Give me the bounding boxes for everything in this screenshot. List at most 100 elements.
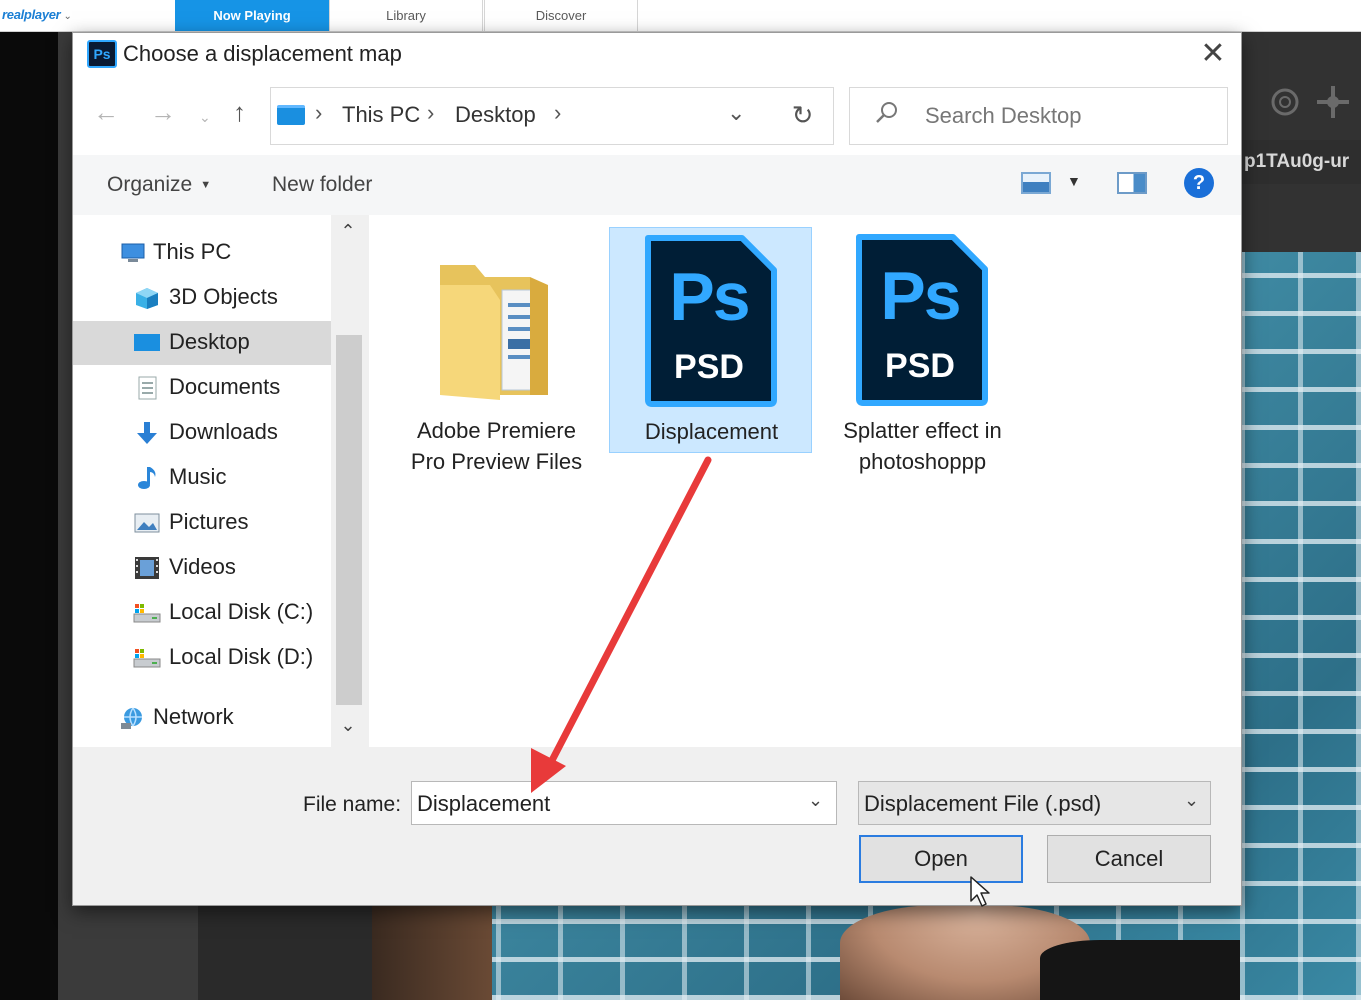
organize-button[interactable]: Organize ▼: [107, 173, 211, 197]
photo-hair: [372, 905, 492, 1000]
realplayer-logo[interactable]: realplayer ⌄: [2, 7, 72, 22]
file-type-value: Displacement File (.psd): [864, 791, 1102, 816]
sidebar-item-label: Music: [169, 464, 227, 489]
file-label-line-1: Splatter effect in: [843, 418, 1002, 443]
chevron-down-icon[interactable]: ⌄: [1184, 790, 1199, 811]
navigation-row: ← → ⌄ ↑ › This PC › Desktop › ⌄ ↻ Search…: [73, 79, 1241, 155]
file-item-displacement[interactable]: Ps PSD Displacement: [609, 227, 812, 453]
ps-logo-text: Ps: [669, 259, 750, 335]
open-button[interactable]: Open: [859, 835, 1023, 883]
chevron-right-icon[interactable]: ›: [554, 100, 561, 126]
psd-label-text: PSD: [885, 347, 955, 385]
sidebar-item-label: Network: [153, 704, 234, 729]
documents-icon: [133, 376, 159, 400]
chevron-down-icon: ⌄: [63, 11, 72, 22]
sidebar-item-documents[interactable]: Documents: [73, 366, 331, 410]
scroll-down-icon[interactable]: ⌄: [333, 715, 363, 736]
tab-now-playing[interactable]: Now Playing: [175, 0, 329, 31]
sidebar-item-label: Desktop: [169, 329, 250, 354]
chevron-right-icon[interactable]: ›: [315, 100, 322, 126]
file-name-field[interactable]: Displacement ⌄: [411, 781, 837, 825]
disk-icon: [133, 646, 161, 670]
sidebar-item-pictures[interactable]: Pictures: [73, 501, 331, 545]
breadcrumb-desktop[interactable]: Desktop: [455, 102, 536, 128]
new-folder-button[interactable]: New folder: [272, 173, 372, 197]
dialog-title-bar: Ps Choose a displacement map ✕: [73, 33, 1241, 79]
sidebar-item-label: This PC: [153, 239, 232, 264]
back-arrow-icon[interactable]: ←: [93, 97, 119, 128]
preview-pane-icon[interactable]: [1117, 172, 1147, 194]
folder-icon: [440, 265, 548, 400]
file-label-line-2: Pro Preview Files: [410, 449, 583, 474]
file-open-dialog: Ps Choose a displacement map ✕ ← → ⌄ ↑ ›…: [72, 32, 1242, 907]
pictures-icon: [133, 511, 160, 535]
close-button[interactable]: ✕: [1195, 37, 1231, 73]
forward-arrow-icon[interactable]: →: [150, 97, 176, 128]
file-label: Displacement: [644, 419, 779, 444]
sidebar-item-label: Documents: [169, 374, 281, 399]
scroll-up-icon[interactable]: ⌃: [333, 221, 363, 242]
photoshop-app-icon: Ps: [87, 40, 117, 68]
cube-icon: [133, 286, 159, 310]
dialog-footer: File name: Displacement ⌄ Displacement F…: [73, 747, 1241, 907]
chevron-down-icon[interactable]: ⌄: [727, 100, 745, 126]
sidebar-item-3d-objects[interactable]: 3D Objects: [73, 276, 331, 320]
sidebar-item-desktop[interactable]: Desktop: [73, 321, 331, 365]
view-dropdown-icon[interactable]: ▼: [1067, 173, 1081, 189]
file-name-value: Displacement: [417, 791, 551, 816]
photoshop-left-edge: [0, 32, 58, 1000]
disk-icon: [133, 601, 161, 625]
desktop-icon: [133, 331, 160, 355]
sidebar-item-label: Local Disk (D:): [169, 644, 314, 669]
chevron-right-icon[interactable]: ›: [427, 100, 434, 126]
file-item-folder[interactable]: Adobe Premiere Pro Preview Files: [395, 227, 598, 474]
file-item-splatter[interactable]: Ps PSD Splatter effect in photoshoppp: [821, 227, 1024, 474]
download-arrow-icon: [133, 421, 159, 445]
recent-locations-chevron-icon[interactable]: ⌄: [199, 109, 211, 126]
sidebar-item-label: Pictures: [169, 509, 249, 534]
sidebar-item-this-pc[interactable]: This PC: [73, 231, 331, 275]
address-bar[interactable]: › This PC › Desktop › ⌄: [270, 87, 832, 145]
photo-shirt: [1040, 940, 1240, 1000]
sidebar-item-label: Downloads: [169, 419, 278, 444]
scroll-thumb[interactable]: [336, 335, 362, 705]
sidebar-item-videos[interactable]: Videos: [73, 546, 331, 590]
ps-logo-text: Ps: [880, 258, 961, 334]
psd-label-text: PSD: [674, 348, 744, 386]
sidebar-item-downloads[interactable]: Downloads: [73, 411, 331, 455]
mouse-cursor-icon: [970, 876, 990, 907]
file-label-line-2: photoshoppp: [858, 449, 987, 474]
tab-library[interactable]: Library: [329, 0, 483, 31]
refresh-button[interactable]: ↻: [772, 87, 834, 145]
navigation-scrollbar[interactable]: ⌃ ⌄: [333, 215, 363, 747]
dialog-title: Choose a displacement map: [123, 41, 402, 66]
up-arrow-icon[interactable]: ↑: [233, 97, 246, 128]
file-name-label: File name:: [303, 793, 402, 816]
file-type-select[interactable]: Displacement File (.psd) ⌄: [858, 781, 1211, 825]
sidebar-item-music[interactable]: Music: [73, 456, 331, 500]
help-icon[interactable]: ?: [1184, 168, 1214, 198]
network-icon: [119, 706, 145, 730]
search-icon: [874, 100, 900, 133]
sidebar-item-label: 3D Objects: [169, 284, 278, 309]
organize-label: Organize: [107, 173, 193, 196]
breadcrumb-this-pc[interactable]: This PC: [342, 102, 420, 128]
brick-wall-image: [1240, 252, 1361, 1000]
sidebar-item-label: Videos: [169, 554, 236, 579]
sidebar-item-local-disk-c[interactable]: Local Disk (C:): [73, 591, 331, 635]
search-input[interactable]: Search Desktop: [849, 87, 1228, 145]
change-view-icon[interactable]: [1021, 172, 1051, 194]
sidebar-item-network[interactable]: Network: [73, 696, 331, 740]
files-pane: Adobe Premiere Pro Preview Files Ps PSD D…: [369, 215, 1241, 747]
dropdown-triangle-icon: ▼: [200, 179, 212, 191]
sidebar-item-local-disk-d[interactable]: Local Disk (D:): [73, 636, 331, 680]
chevron-down-icon[interactable]: ⌄: [808, 790, 823, 811]
cancel-button[interactable]: Cancel: [1047, 835, 1211, 883]
psd-file-icon: Ps PSD: [638, 234, 780, 408]
file-label-line-1: Adobe Premiere: [417, 418, 576, 443]
tab-discover[interactable]: Discover: [484, 0, 638, 31]
pc-icon: [277, 105, 305, 125]
search-placeholder: Search Desktop: [925, 103, 1082, 128]
realplayer-top-bar: realplayer ⌄ Now Playing Library Discover: [0, 0, 1361, 32]
psd-file-icon: Ps PSD: [849, 233, 991, 407]
